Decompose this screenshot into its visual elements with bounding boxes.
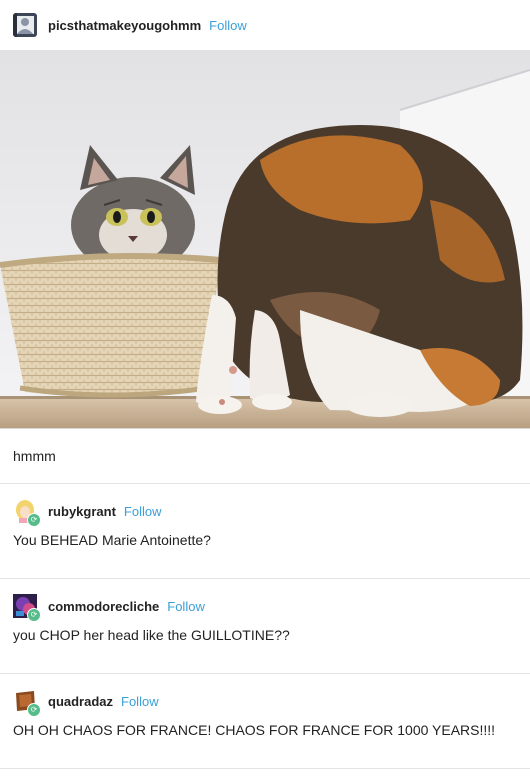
reblog-entry: ⟳ rubykgrant Follow You BEHEAD Marie Ant… xyxy=(0,484,530,579)
avatar[interactable] xyxy=(13,13,37,37)
reblog-username[interactable]: quadradaz xyxy=(48,694,113,709)
reblog-username[interactable]: commodorecliche xyxy=(48,599,159,614)
reblog-text: You BEHEAD Marie Antoinette? xyxy=(13,532,211,548)
reblog-icon: ⟳ xyxy=(27,703,41,717)
post-photo xyxy=(0,50,530,429)
reblog-icon: ⟳ xyxy=(27,608,41,622)
follow-button[interactable]: Follow xyxy=(121,694,159,709)
avatar[interactable]: ⟳ xyxy=(13,594,41,622)
reblog-entry: ⟳ commodorecliche Follow you CHOP her he… xyxy=(0,579,530,674)
follow-button[interactable]: Follow xyxy=(209,18,247,33)
reblog-text: OH OH CHAOS FOR FRANCE! CHAOS FOR FRANCE… xyxy=(13,722,496,738)
reblog-username[interactable]: rubykgrant xyxy=(48,504,116,519)
post-caption: hmmm xyxy=(0,429,530,484)
follow-button[interactable]: Follow xyxy=(124,504,162,519)
avatar[interactable]: ⟳ xyxy=(13,689,41,717)
reblog-text: you CHOP her head like the GUILLOTINE?? xyxy=(13,627,290,643)
follow-button[interactable]: Follow xyxy=(167,599,205,614)
post-username[interactable]: picsthatmakeyougohmm xyxy=(48,18,201,33)
reblog-header: ⟳ rubykgrant Follow xyxy=(0,484,530,538)
reblog-entry: ⟳ quadradaz Follow OH OH CHAOS FOR FRANC… xyxy=(0,674,530,769)
original-post-header: picsthatmakeyougohmm Follow xyxy=(0,0,530,50)
reblog-header: ⟳ quadradaz Follow xyxy=(0,674,530,728)
person-avatar-icon xyxy=(13,13,37,37)
avatar[interactable]: ⟳ xyxy=(13,499,41,527)
reblog-icon: ⟳ xyxy=(27,513,41,527)
reblog-header: ⟳ commodorecliche Follow xyxy=(0,579,530,633)
